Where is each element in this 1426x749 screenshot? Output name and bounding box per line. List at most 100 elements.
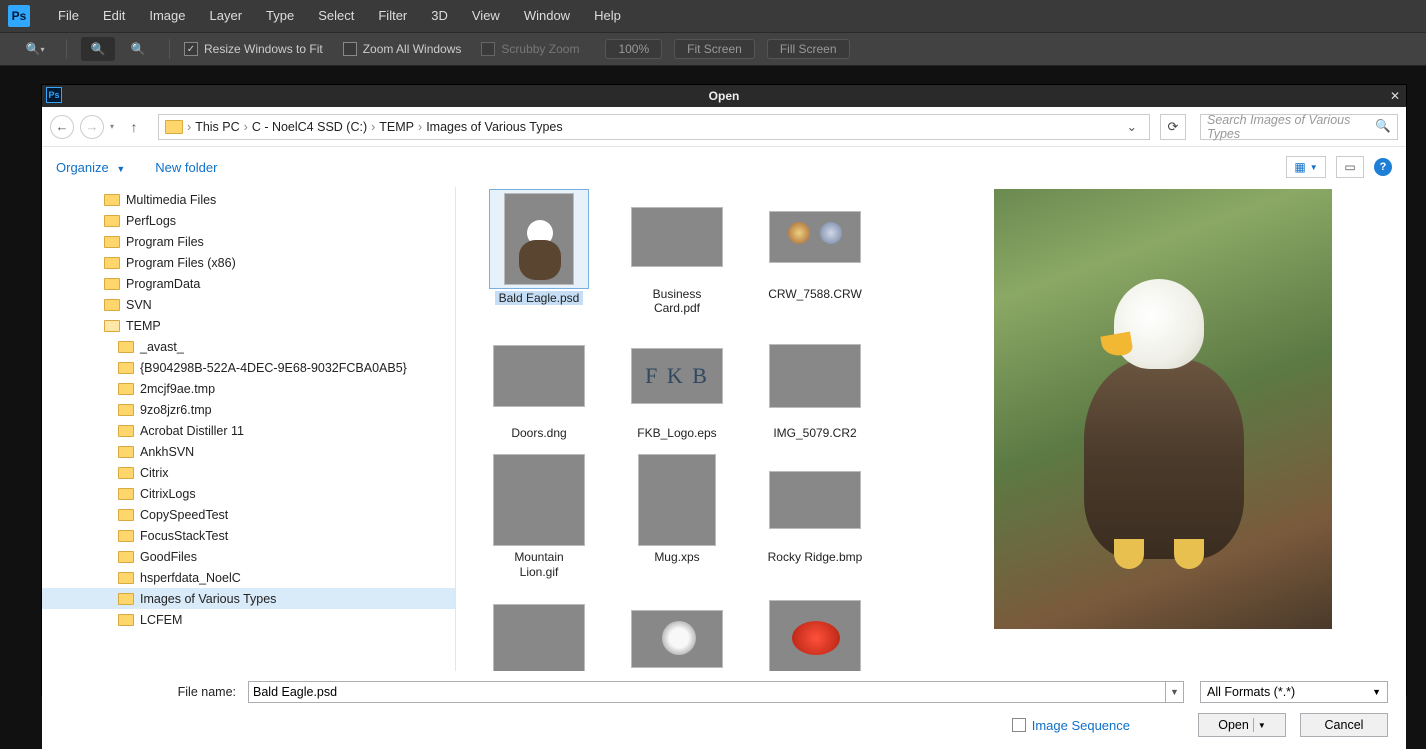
tree-item[interactable]: PerfLogs xyxy=(42,210,455,231)
menu-window[interactable]: Window xyxy=(512,0,582,32)
tree-item[interactable]: TEMP xyxy=(42,315,455,336)
menu-filter[interactable]: Filter xyxy=(366,0,419,32)
fit-screen-button[interactable]: Fit Screen xyxy=(674,39,755,59)
close-button[interactable]: ✕ xyxy=(1384,85,1406,107)
tree-item[interactable]: LCFEM xyxy=(42,609,455,630)
menu-edit[interactable]: Edit xyxy=(91,0,137,32)
tree-item[interactable]: Citrix xyxy=(42,462,455,483)
thumbnail-item[interactable]: Bald Eagle.psd xyxy=(470,189,608,316)
thumbnail-item[interactable]: Doors.dng xyxy=(470,328,608,440)
organize-dropdown[interactable]: Organize ▼ xyxy=(56,160,125,175)
tree-item[interactable]: Multimedia Files xyxy=(42,189,455,210)
tree-label: GoodFiles xyxy=(140,550,197,564)
address-dropdown[interactable]: ⌄ xyxy=(1121,119,1143,134)
breadcrumb-sep[interactable]: › xyxy=(244,120,248,134)
breadcrumb-part[interactable]: Images of Various Types xyxy=(426,120,562,134)
breadcrumb-part[interactable]: This PC xyxy=(195,120,239,134)
breadcrumb-sep[interactable]: › xyxy=(418,120,422,134)
resize-windows-checkbox[interactable]: ✓Resize Windows to Fit xyxy=(184,42,323,56)
tree-item[interactable]: Acrobat Distiller 11 xyxy=(42,420,455,441)
tree-item[interactable]: ProgramData xyxy=(42,273,455,294)
zoom-out-icon[interactable]: 🔍 xyxy=(121,37,155,61)
menu-type[interactable]: Type xyxy=(254,0,306,32)
breadcrumb-sep[interactable]: › xyxy=(371,120,375,134)
menu-help[interactable]: Help xyxy=(582,0,633,32)
menu-select[interactable]: Select xyxy=(306,0,366,32)
tree-label: LCFEM xyxy=(140,613,182,627)
menu-3d[interactable]: 3D xyxy=(419,0,460,32)
zoom-tool-icon[interactable]: 🔍▾ xyxy=(18,37,52,61)
tree-item[interactable]: Program Files xyxy=(42,231,455,252)
thumbnail-item[interactable]: Business Card.pdf xyxy=(608,189,746,316)
menu-view[interactable]: View xyxy=(460,0,512,32)
tree-item[interactable]: hsperfdata_NoelC xyxy=(42,567,455,588)
folder-icon xyxy=(165,120,183,134)
tree-label: SVN xyxy=(126,298,152,312)
tree-item[interactable]: Program Files (x86) xyxy=(42,252,455,273)
help-button[interactable]: ? xyxy=(1374,158,1392,176)
thumbnail-list[interactable]: Bald Eagle.psdBusiness Card.pdf CRW_7588.… xyxy=(456,187,900,671)
forward-button[interactable]: → xyxy=(80,115,104,139)
thumbnail-item[interactable] xyxy=(470,591,608,671)
folder-icon xyxy=(104,236,120,248)
folder-tree[interactable]: Multimedia FilesPerfLogsProgram FilesPro… xyxy=(42,187,456,671)
preview-pane-button[interactable]: ▭ xyxy=(1336,156,1364,178)
folder-icon xyxy=(118,509,134,521)
thumbnail-image xyxy=(631,610,723,668)
thumbnail-item[interactable]: Mountain Lion.gif xyxy=(470,452,608,579)
back-button[interactable]: ← xyxy=(50,115,74,139)
open-button[interactable]: Open ▼ xyxy=(1198,713,1286,737)
filename-input[interactable] xyxy=(248,681,1166,703)
breadcrumb-part[interactable]: TEMP xyxy=(379,120,414,134)
tree-label: 9zo8jzr6.tmp xyxy=(140,403,212,417)
folder-icon xyxy=(104,257,120,269)
thumbnail-label: CRW_7588.CRW xyxy=(768,287,862,301)
tree-item[interactable]: 9zo8jzr6.tmp xyxy=(42,399,455,420)
thumbnail-item[interactable]: F K BFKB_Logo.eps xyxy=(608,328,746,440)
filename-label: File name: xyxy=(60,685,242,699)
divider xyxy=(169,39,170,59)
menu-file[interactable]: File xyxy=(46,0,91,32)
tree-item[interactable]: {B904298B-522A-4DEC-9E68-9032FCBA0AB5} xyxy=(42,357,455,378)
tree-item[interactable]: GoodFiles xyxy=(42,546,455,567)
tree-item[interactable]: _avast_ xyxy=(42,336,455,357)
address-bar[interactable]: › This PC › C - NoelC4 SSD (C:) › TEMP ›… xyxy=(158,114,1150,140)
folder-icon xyxy=(104,299,120,311)
folder-icon xyxy=(118,383,134,395)
menu-image[interactable]: Image xyxy=(137,0,197,32)
thumbnail-item[interactable] xyxy=(746,591,884,671)
thumbnail-item[interactable]: Rocky Ridge.bmp xyxy=(746,452,884,579)
zoom-all-checkbox[interactable]: Zoom All Windows xyxy=(343,42,462,56)
new-folder-button[interactable]: New folder xyxy=(155,160,217,175)
tree-item[interactable]: 2mcjf9ae.tmp xyxy=(42,378,455,399)
view-options-dropdown[interactable]: ▦ ▼ xyxy=(1286,156,1326,178)
tree-item[interactable]: SVN xyxy=(42,294,455,315)
menu-layer[interactable]: Layer xyxy=(198,0,255,32)
tree-label: Citrix xyxy=(140,466,168,480)
tree-item[interactable]: FocusStackTest xyxy=(42,525,455,546)
thumbnail-label: IMG_5079.CR2 xyxy=(773,426,856,440)
filename-dropdown[interactable]: ▼ xyxy=(1166,681,1184,703)
folder-icon xyxy=(118,572,134,584)
up-button[interactable]: ↑ xyxy=(124,117,144,137)
thumbnail-item[interactable] xyxy=(608,591,746,671)
thumbnail-item[interactable]: CRW_7588.CRW xyxy=(746,189,884,316)
cancel-button[interactable]: Cancel xyxy=(1300,713,1388,737)
history-caret[interactable]: ▾ xyxy=(110,122,114,131)
folder-icon xyxy=(118,467,134,479)
fill-screen-button[interactable]: Fill Screen xyxy=(767,39,850,59)
breadcrumb-part[interactable]: C - NoelC4 SSD (C:) xyxy=(252,120,367,134)
tree-item[interactable]: CopySpeedTest xyxy=(42,504,455,525)
thumbnail-item[interactable]: Mug.xps xyxy=(608,452,746,579)
tree-item[interactable]: CitrixLogs xyxy=(42,483,455,504)
breadcrumb-sep[interactable]: › xyxy=(187,120,191,134)
zoom-in-icon[interactable]: 🔍 xyxy=(81,37,115,61)
format-dropdown[interactable]: All Formats (*.*)▼ xyxy=(1200,681,1388,703)
refresh-button[interactable]: ⟳ xyxy=(1160,114,1186,140)
zoom-percent-button[interactable]: 100% xyxy=(605,39,662,59)
thumbnail-item[interactable]: IMG_5079.CR2 xyxy=(746,328,884,440)
tree-item[interactable]: AnkhSVN xyxy=(42,441,455,462)
tree-item[interactable]: Images of Various Types xyxy=(42,588,455,609)
search-input[interactable]: Search Images of Various Types🔍 xyxy=(1200,114,1398,140)
image-sequence-checkbox[interactable]: Image Sequence xyxy=(1012,718,1130,733)
